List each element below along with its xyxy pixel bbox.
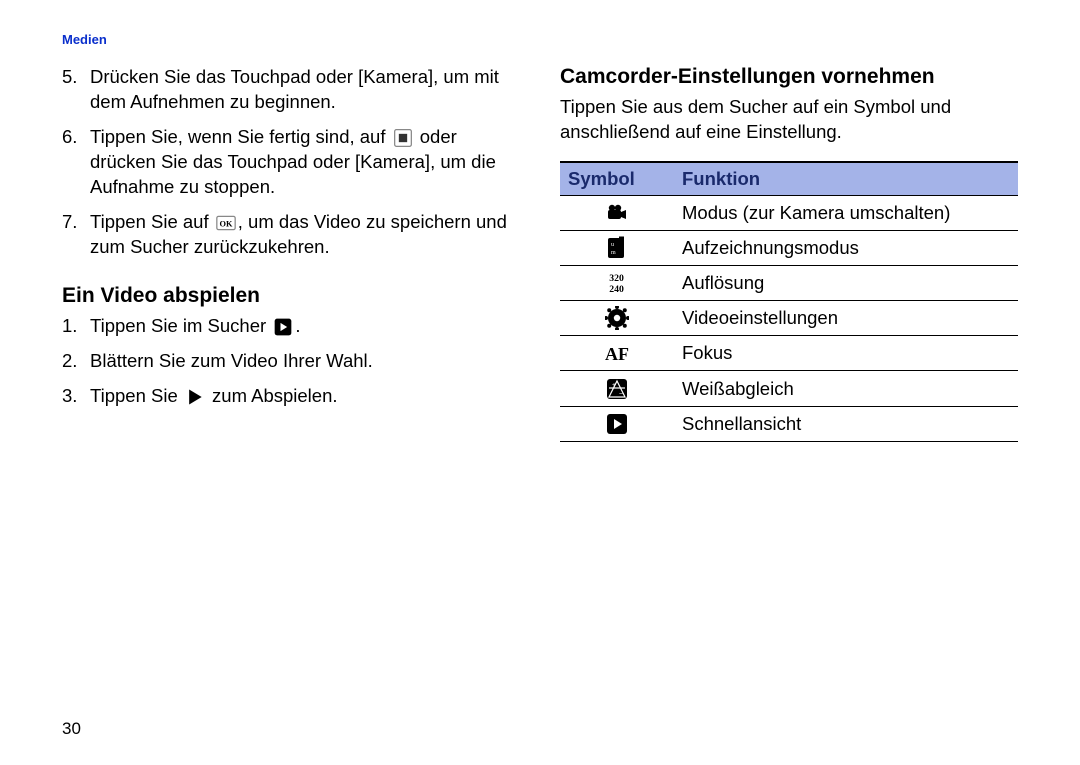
- svg-text:+: +: [612, 381, 616, 389]
- function-cell: Weißabgleich: [674, 371, 1018, 406]
- step-number: 6.: [62, 125, 90, 200]
- play-icon: [185, 387, 205, 407]
- svg-text:240: 240: [610, 284, 625, 295]
- right-column: Camcorder-Einstellungen vornehmen Tippen…: [560, 65, 1018, 442]
- table-row: Modus (zur Kamera umschalten): [560, 195, 1018, 230]
- svg-text:−: −: [619, 390, 623, 398]
- symbol-cell: [560, 195, 674, 230]
- left-column: 5.Drücken Sie das Touchpad oder [Kamera]…: [62, 65, 520, 442]
- ok-icon: OK: [216, 213, 236, 233]
- function-cell: Fokus: [674, 336, 1018, 371]
- table-row: Videoeinstellungen: [560, 301, 1018, 336]
- heading-play-video: Ein Video abspielen: [62, 284, 520, 308]
- svg-text:AF: AF: [605, 344, 629, 364]
- table-row: 320240 Auflösung: [560, 266, 1018, 301]
- resolution-icon: 320240: [601, 271, 632, 295]
- step-item: 6.Tippen Sie, wenn Sie fertig sind, auf …: [62, 125, 520, 200]
- svg-text:320: 320: [610, 273, 625, 284]
- svg-text:OK: OK: [219, 219, 232, 228]
- step-number: 7.: [62, 210, 90, 260]
- step-text: Tippen Sie auf OK, um das Video zu speic…: [90, 210, 520, 260]
- function-cell: Modus (zur Kamera umschalten): [674, 195, 1018, 230]
- recmode-icon: um: [605, 236, 629, 260]
- symbol-cell: 320240: [560, 266, 674, 301]
- table-row: Schnellansicht: [560, 406, 1018, 441]
- function-cell: Videoeinstellungen: [674, 301, 1018, 336]
- step-item: 7.Tippen Sie auf OK, um das Video zu spe…: [62, 210, 520, 260]
- stop-icon: [393, 128, 413, 148]
- step-number: 2.: [62, 349, 90, 374]
- step-text: Blättern Sie zum Video Ihrer Wahl.: [90, 349, 520, 374]
- intro-text: Tippen Sie aus dem Sucher auf ein Symbol…: [560, 95, 1018, 145]
- step-item: 1.Tippen Sie im Sucher .: [62, 314, 520, 339]
- step-item: 3.Tippen Sie zum Abspielen.: [62, 384, 520, 409]
- page-number: 30: [62, 719, 81, 739]
- symbol-cell: [560, 406, 674, 441]
- step-text: Tippen Sie, wenn Sie fertig sind, auf od…: [90, 125, 520, 200]
- table-row: AF Fokus: [560, 336, 1018, 371]
- settings-table: Symbol Funktion Modus (zur Kamera umscha…: [560, 161, 1018, 442]
- symbol-cell: um: [560, 231, 674, 266]
- table-row: +− Weißabgleich: [560, 371, 1018, 406]
- symbol-cell: +−: [560, 371, 674, 406]
- step-item: 5.Drücken Sie das Touchpad oder [Kamera]…: [62, 65, 520, 115]
- steps-recording: 5.Drücken Sie das Touchpad oder [Kamera]…: [62, 65, 520, 260]
- function-cell: Schnellansicht: [674, 406, 1018, 441]
- svg-text:m: m: [611, 250, 616, 256]
- function-cell: Auflösung: [674, 266, 1018, 301]
- col-symbol-header: Symbol: [560, 162, 674, 196]
- svg-text:u: u: [611, 242, 614, 248]
- quickview-icon: [273, 317, 293, 337]
- table-row: um Aufzeichnungsmodus: [560, 231, 1018, 266]
- quickview-icon: [605, 412, 629, 436]
- function-cell: Aufzeichnungsmodus: [674, 231, 1018, 266]
- step-text: Tippen Sie im Sucher .: [90, 314, 520, 339]
- camcorder-icon: [605, 201, 629, 225]
- symbol-cell: AF: [560, 336, 674, 371]
- symbol-cell: [560, 301, 674, 336]
- heading-camcorder-settings: Camcorder-Einstellungen vornehmen: [560, 65, 1018, 89]
- step-number: 3.: [62, 384, 90, 409]
- two-column-layout: 5.Drücken Sie das Touchpad oder [Kamera]…: [62, 65, 1018, 442]
- manual-page: Medien 5.Drücken Sie das Touchpad oder […: [0, 0, 1080, 765]
- step-number: 5.: [62, 65, 90, 115]
- step-number: 1.: [62, 314, 90, 339]
- section-header: Medien: [62, 32, 1018, 47]
- af-icon: AF: [602, 341, 632, 365]
- col-function-header: Funktion: [674, 162, 1018, 196]
- gear-icon: [605, 306, 629, 330]
- steps-playback: 1.Tippen Sie im Sucher .2.Blättern Sie z…: [62, 314, 520, 409]
- wb-icon: +−: [605, 377, 629, 401]
- step-text: Tippen Sie zum Abspielen.: [90, 384, 520, 409]
- step-item: 2.Blättern Sie zum Video Ihrer Wahl.: [62, 349, 520, 374]
- step-text: Drücken Sie das Touchpad oder [Kamera], …: [90, 65, 520, 115]
